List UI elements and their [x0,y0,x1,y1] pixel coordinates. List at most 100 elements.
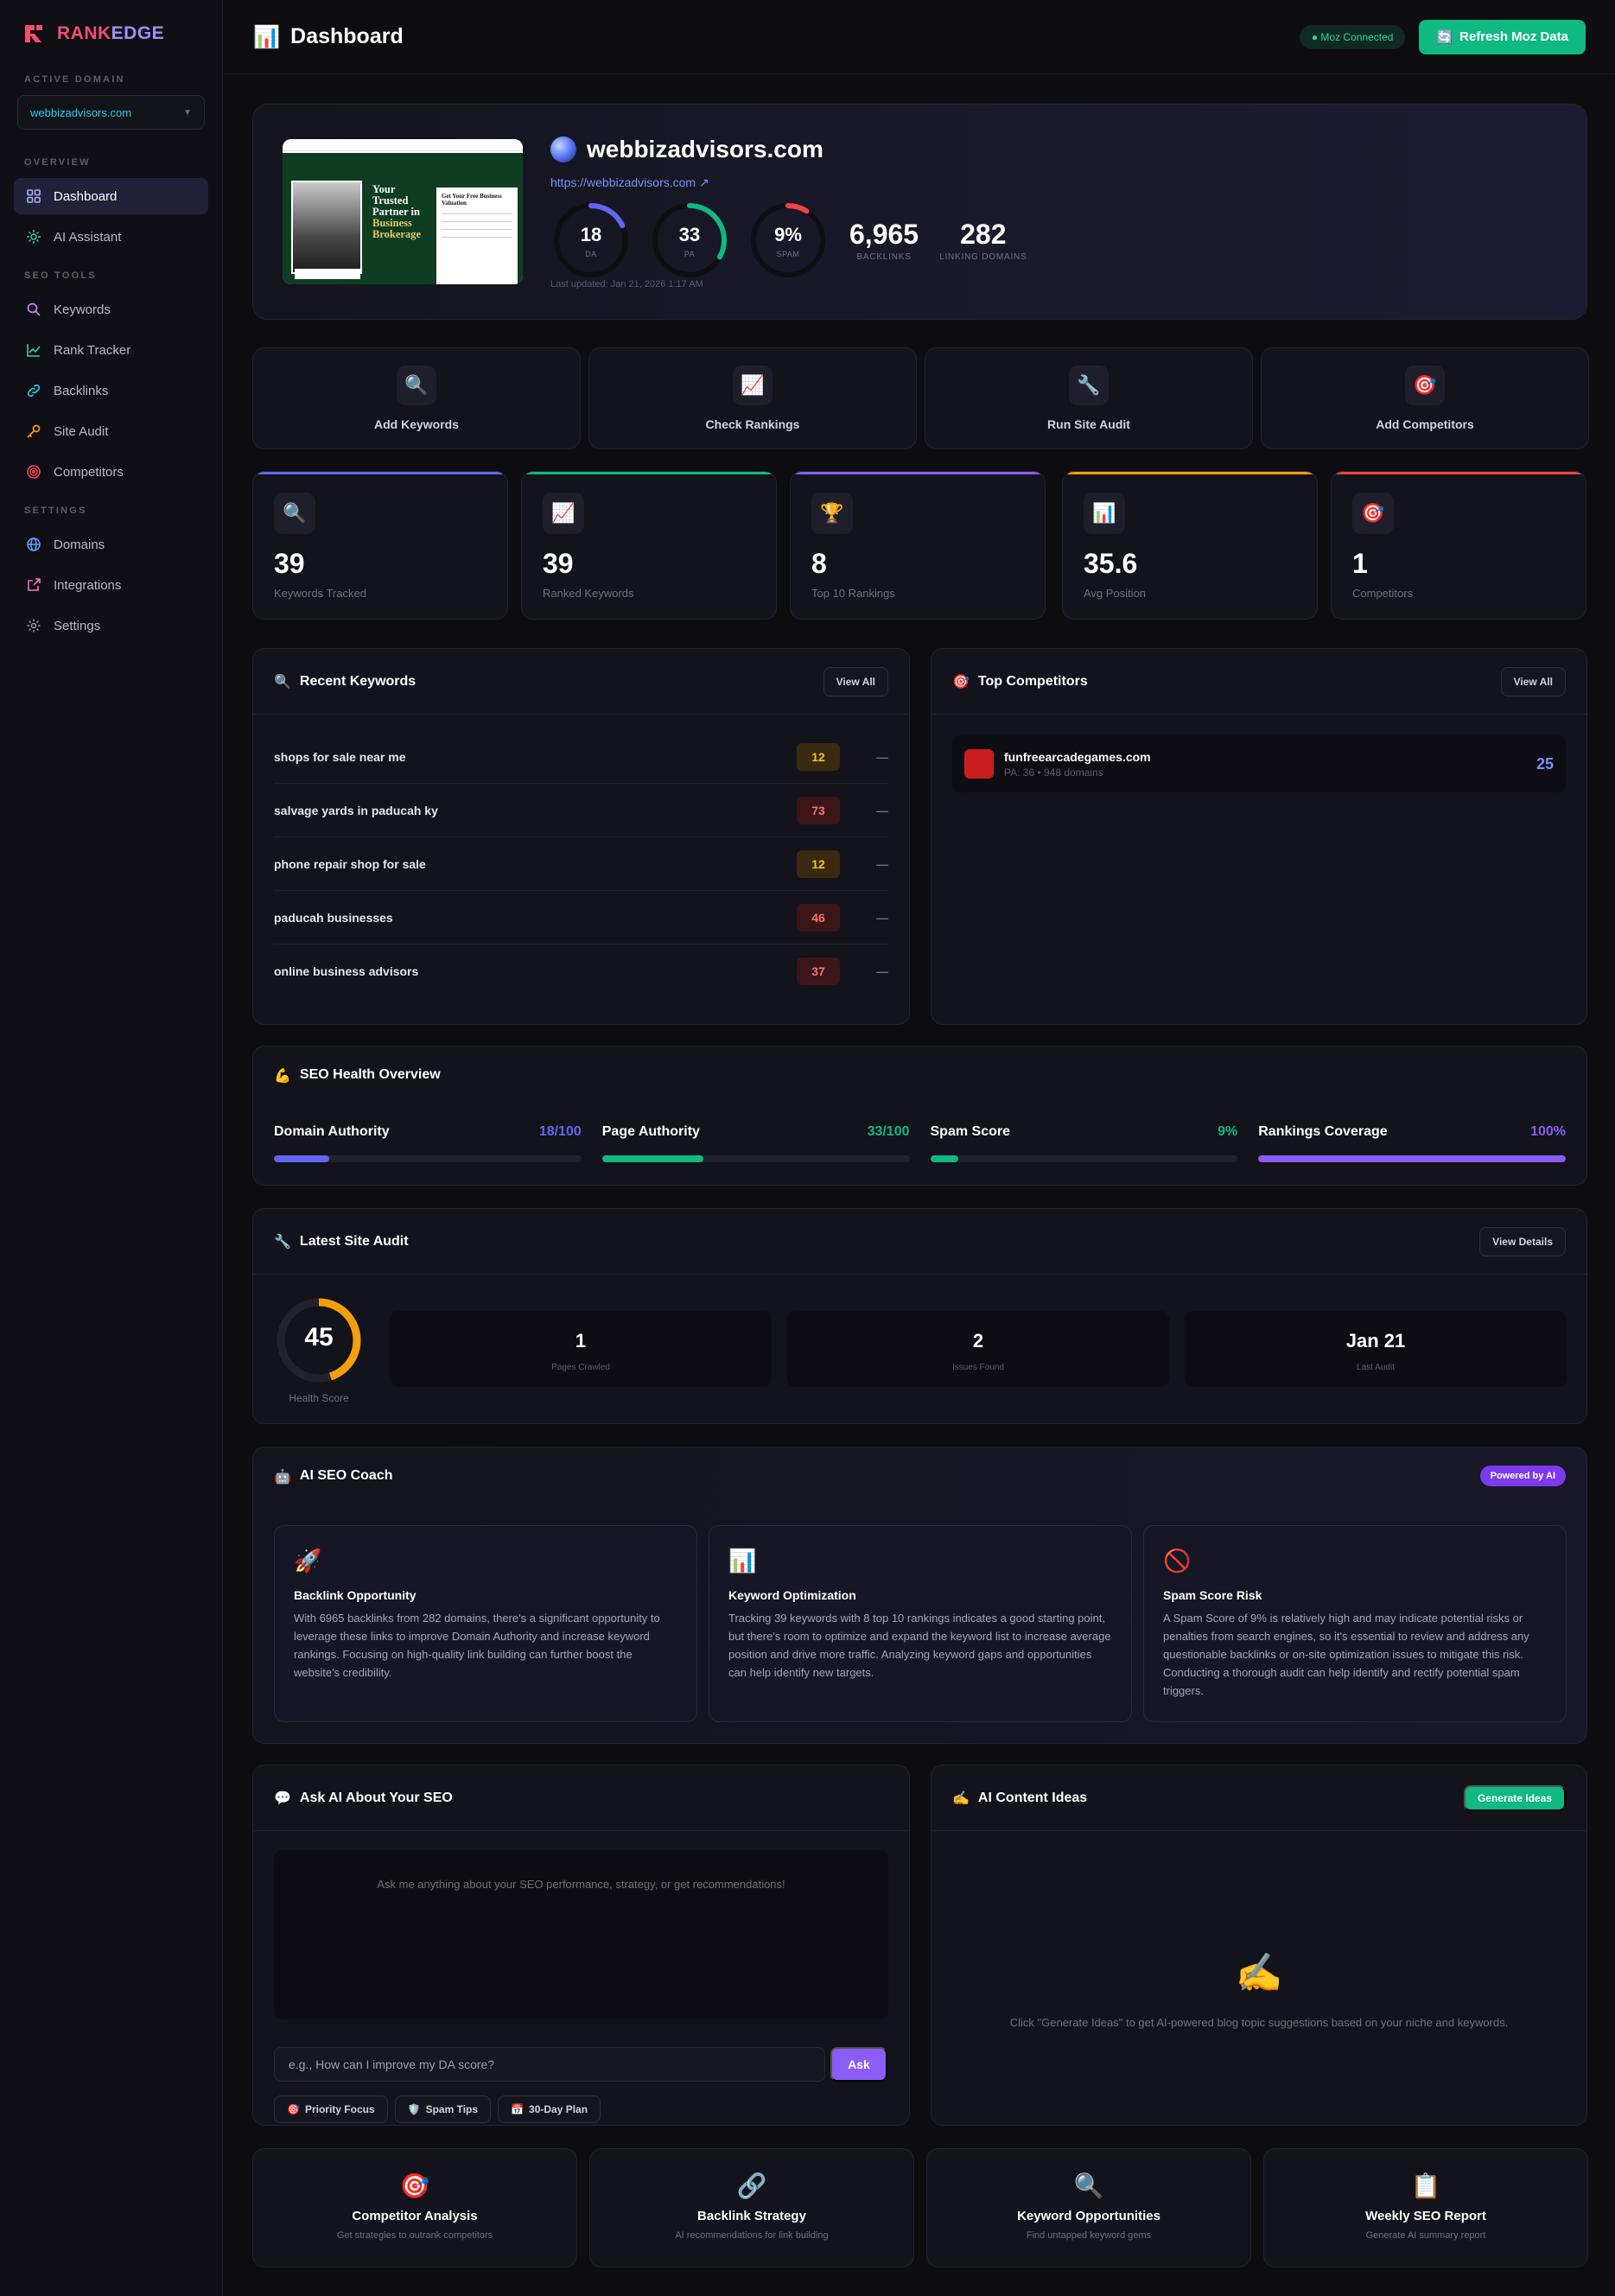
stat-accent-line [1332,472,1586,474]
metrics-row: 18 DA 33 PA 9% SPAM 6,965 BACKLINKS 282 … [550,200,1027,281]
add-keywords-button[interactable]: 🔍 Add Keywords [252,347,581,449]
panel-title: 🎯 Top Competitors [952,673,1088,690]
competitor-favicon [964,749,994,779]
stat-card-top10: 🏆 8 Top 10 Rankings [790,471,1046,620]
weekly-seo-report-card[interactable]: 📋 Weekly SEO Report Generate AI summary … [1263,2148,1588,2267]
refresh-moz-button[interactable]: 🔄 Refresh Moz Data [1419,19,1586,54]
competitor-row[interactable]: funfreearcadegames.com PA: 36 • 948 doma… [952,735,1566,792]
recent-keywords-panel: 🔍 Recent Keywords View All shops for sal… [252,648,910,1025]
stat-label: Keywords Tracked [274,587,366,600]
competitor-meta: PA: 36 • 948 domains [1004,766,1103,779]
sidebar-item-label: Rank Tracker [54,342,131,358]
keyword-opportunities-card[interactable]: 🔍 Keyword Opportunities Find untapped ke… [926,2148,1251,2267]
moz-status-badge: ● Moz Connected [1299,24,1406,49]
keyword-row[interactable]: salvage yards in paducah ky 73 — [274,784,888,837]
card-title: Keyword Opportunities [1017,2209,1160,2223]
coach-card-keyword: 📊 Keyword Optimization Tracking 39 keywo… [709,1525,1132,1722]
topbar: 📊 Dashboard ● Moz Connected 🔄 Refresh Mo… [224,0,1615,74]
sidebar-item-label: Integrations [54,577,122,593]
ask-button[interactable]: Ask [830,2047,887,2082]
stat-value: 1 [1352,548,1368,579]
domain-heading: webbizadvisors.com [550,136,823,163]
sidebar-item-ai-assistant[interactable]: AI Assistant [14,219,208,255]
sidebar-item-rank-tracker[interactable]: Rank Tracker [14,332,208,368]
target-icon: 🎯 [399,2172,430,2200]
view-all-keywords-button[interactable]: View All [823,666,888,696]
stat-card-keywords-tracked: 🔍 39 Keywords Tracked [252,471,508,620]
sidebar-item-site-audit[interactable]: Site Audit [14,413,208,449]
trend-icon [27,344,41,357]
refresh-moz-label: Refresh Moz Data [1459,29,1568,44]
stat-label: Top 10 Rankings [811,587,895,600]
keyword-row[interactable]: online business advisors 37 — [274,944,888,998]
sidebar: RANKEDGE ACTIVE DOMAIN webbizadvisors.co… [0,0,223,2296]
sidebar-item-label: Site Audit [54,423,109,439]
trophy-icon: 🏆 [811,493,853,534]
sidebar-item-domains[interactable]: Domains [14,526,208,563]
generate-ideas-button[interactable]: Generate Ideas [1463,1784,1566,1811]
30-day-plan-chip[interactable]: 📅 30-Day Plan [498,2096,601,2123]
sidebar-item-integrations[interactable]: Integrations [14,567,208,603]
brand-logo[interactable]: RANKEDGE [14,19,208,74]
health-metric: Domain Authority 18/100 [274,1124,582,1162]
ideas-empty-text: Click "Generate Ideas" to get AI-powered… [1009,2016,1509,2029]
domain-url-link[interactable]: https://webbizadvisors.com ↗ [550,175,709,190]
run-site-audit-button[interactable]: 🔧 Run Site Audit [925,347,1253,449]
sparkle-icon [27,230,41,244]
sidebar-item-backlinks[interactable]: Backlinks [14,372,208,409]
competitor-analysis-card[interactable]: 🎯 Competitor Analysis Get strategies to … [252,2148,577,2267]
priority-focus-chip[interactable]: 🎯 Priority Focus [274,2096,388,2123]
stat-card-avg-position: 📊 35.6 Avg Position [1062,471,1318,620]
domain-select[interactable]: webbizadvisors.com ▼ [17,95,205,130]
domain-name: webbizadvisors.com [587,136,823,162]
top-competitors-panel: 🎯 Top Competitors View All funfreearcade… [931,648,1587,1025]
health-progress-bar [601,1155,910,1162]
keyword-row[interactable]: paducah businesses 46 — [274,891,888,944]
spam-label: SPAM [776,250,800,258]
stat-value: 35.6 [1084,548,1138,579]
stat-label: Avg Position [1084,587,1147,600]
quick-action-label: Add Competitors [1376,417,1474,431]
site-thumbnail[interactable]: Your Trusted Partner in Business Brokera… [283,139,523,284]
health-metric-value: 33/100 [867,1124,910,1139]
keyword-row[interactable]: shops for sale near me 12 — [274,730,888,784]
health-metric-value: 100% [1530,1124,1566,1139]
portrait-image [291,181,362,274]
health-metric-label: Domain Authority [274,1124,390,1139]
globe-icon [27,537,41,551]
keyword-row[interactable]: phone repair shop for sale 12 — [274,837,888,891]
stat-card-ranked-keywords: 📈 39 Ranked Keywords [521,471,777,620]
sidebar-item-dashboard[interactable]: Dashboard [14,178,208,214]
seo-health-panel: 💪 SEO Health Overview Domain Authority 18… [252,1046,1587,1186]
spam-tips-chip[interactable]: 🛡️ Spam Tips [394,2096,492,2123]
view-audit-details-button[interactable]: View Details [1479,1226,1566,1256]
backlink-strategy-card[interactable]: 🔗 Backlink Strategy AI recommendations f… [589,2148,914,2267]
coach-card-title: Backlink Opportunity [294,1588,416,1602]
linking-domains-value: 282 [960,219,1007,250]
audit-pages-crawled: 1 Pages Crawled [390,1311,772,1387]
sidebar-item-competitors[interactable]: Competitors [14,454,208,490]
position-badge: 73 [797,796,840,824]
stat-accent-line [1063,472,1317,474]
ask-ai-input[interactable]: e.g., How can I improve my DA score? [274,2047,825,2082]
keyword-text: online business advisors [274,964,419,978]
stat-label: Ranked Keywords [543,587,634,600]
sidebar-item-label: Dashboard [54,188,118,204]
bar-chart-icon: 📊 [728,1549,757,1574]
coach-card-backlink: 🚀 Backlink Opportunity With 6965 backlin… [274,1525,697,1722]
chart-up-icon: 📈 [733,366,773,405]
rocket-icon: 🚀 [294,1549,322,1574]
add-competitors-button[interactable]: 🎯 Add Competitors [1261,347,1589,449]
backlinks-label: BACKLINKS [856,252,912,262]
check-rankings-button[interactable]: 📈 Check Rankings [588,347,917,449]
sidebar-item-label: Settings [54,618,101,633]
card-subtitle: Generate AI summary report [1365,2230,1486,2241]
position-badge: 37 [797,957,840,985]
bar-chart-icon: 📊 [1084,493,1125,534]
sidebar-item-keywords[interactable]: Keywords [14,291,208,328]
competitor-score: 25 [1536,754,1554,773]
quick-action-label: Run Site Audit [1047,417,1130,431]
sidebar-item-settings[interactable]: Settings [14,607,208,644]
coach-card-body: A Spam Score of 9% is relatively high an… [1163,1612,1529,1697]
view-all-competitors-button[interactable]: View All [1500,666,1566,696]
